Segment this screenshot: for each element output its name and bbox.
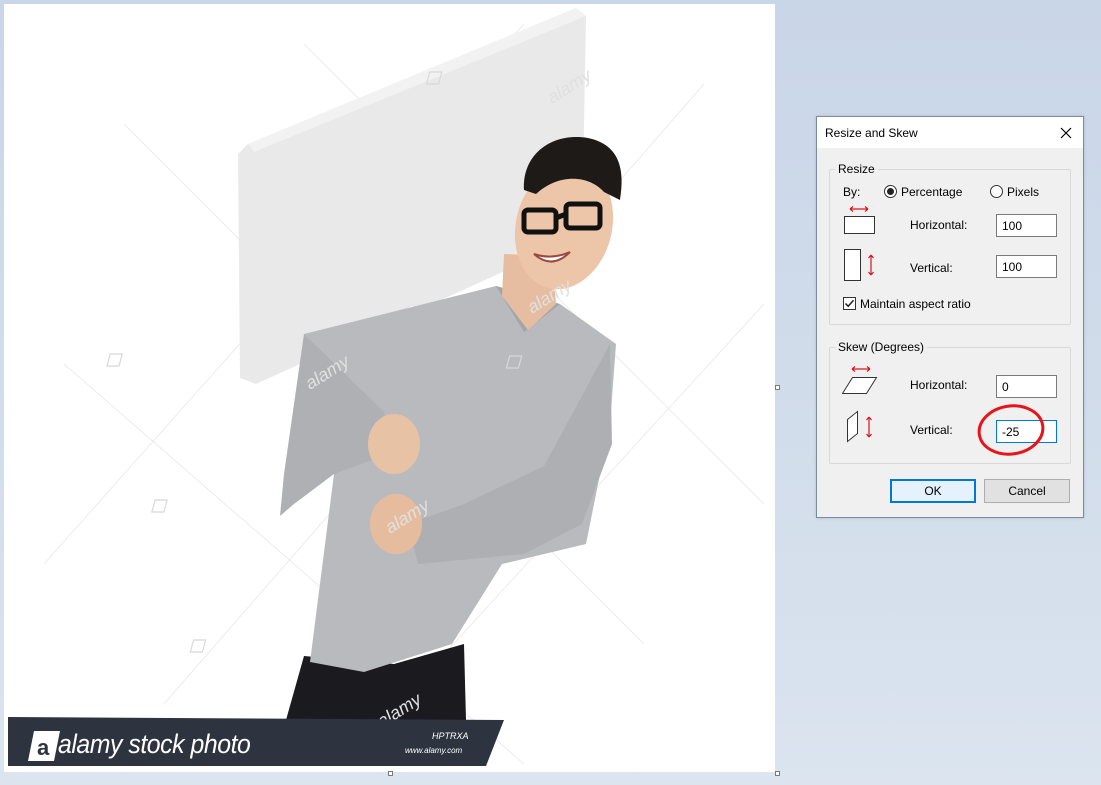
skew-horizontal-input[interactable]: 0	[996, 375, 1057, 398]
skew-vertical-label: Vertical:	[910, 423, 953, 437]
checkmark-icon	[844, 299, 855, 308]
alamy-logo-icon: a	[28, 731, 60, 761]
svg-text:a: a	[37, 735, 50, 760]
skew-group-label: Skew (Degrees)	[835, 340, 928, 354]
canvas-resize-handle-right[interactable]	[775, 385, 780, 390]
skew-horizontal-label: Horizontal:	[910, 378, 968, 392]
maintain-aspect-checkbox[interactable]	[843, 297, 856, 310]
cancel-button[interactable]: Cancel	[984, 479, 1070, 503]
resize-horizontal-label: Horizontal:	[910, 218, 968, 232]
image-canvas[interactable]: alamy alamy alamy alamy alamy	[4, 4, 775, 772]
banner-image-code: HPTRXA	[432, 731, 469, 741]
percentage-label[interactable]: Percentage	[901, 185, 962, 199]
banner-url: www.alamy.com	[405, 746, 463, 755]
skew-vertical-icon	[847, 410, 872, 443]
percentage-radio[interactable]	[884, 185, 897, 198]
skew-horizontal-icon	[842, 366, 878, 394]
by-label: By:	[843, 185, 861, 199]
resize-vertical-input[interactable]: 100	[996, 255, 1057, 278]
annotation-circle	[977, 404, 1045, 456]
canvas-resize-handle-corner[interactable]	[775, 771, 780, 776]
resize-horizontal-input[interactable]: 100	[996, 214, 1057, 237]
banner-brand-text: alamy stock photo	[58, 729, 251, 759]
ok-button[interactable]: OK	[890, 479, 976, 503]
stock-photo: alamy alamy alamy alamy alamy	[43, 8, 765, 765]
dialog-titlebar[interactable]: Resize and Skew	[817, 117, 1083, 148]
resize-horizontal-icon	[844, 206, 875, 234]
dialog-title: Resize and Skew	[825, 126, 918, 140]
resize-vertical-label: Vertical:	[910, 261, 953, 275]
close-icon	[1060, 127, 1072, 138]
maintain-aspect-label[interactable]: Maintain aspect ratio	[860, 297, 971, 311]
pixels-label[interactable]: Pixels	[1007, 185, 1039, 199]
resize-group-label: Resize	[835, 162, 878, 176]
pixels-radio[interactable]	[990, 185, 1003, 198]
canvas-resize-handle-bottom[interactable]	[388, 771, 393, 776]
close-button[interactable]	[1049, 117, 1083, 148]
resize-vertical-icon	[844, 249, 874, 281]
